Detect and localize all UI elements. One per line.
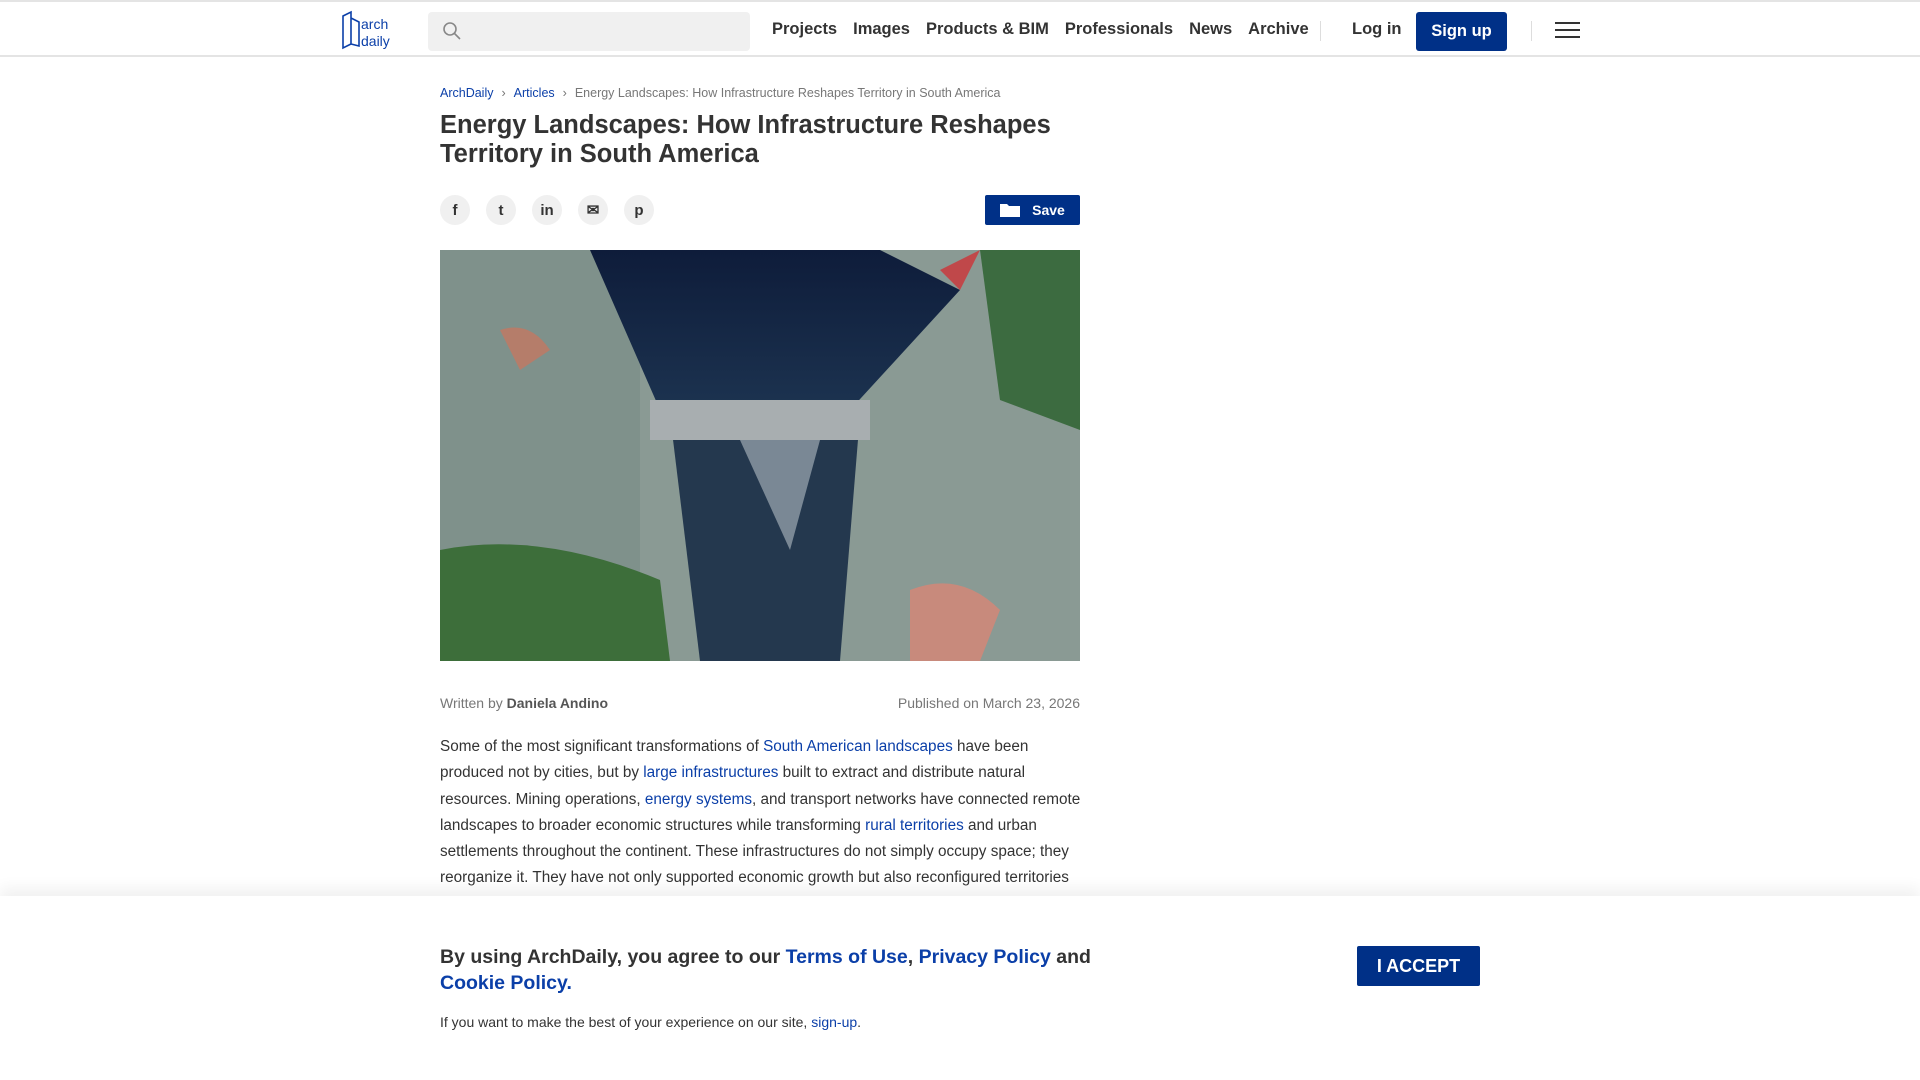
publish-date: Published on March 23, 2026	[897, 695, 1080, 711]
text: If you want to make the best of your exp…	[440, 1014, 812, 1030]
link-south-american-landscapes[interactable]: South American landscapes	[763, 738, 953, 755]
search-input[interactable]	[428, 12, 750, 51]
svg-text:arch: arch	[361, 16, 388, 32]
text: ,	[907, 946, 919, 968]
top-header: arch daily Projects Images Products & BIM…	[0, 0, 1920, 57]
twitter-icon[interactable]: t	[486, 195, 516, 225]
breadcrumb-articles[interactable]: Articles	[514, 86, 555, 100]
search-icon	[443, 22, 461, 40]
link-large-infrastructures[interactable]: large infrastructures	[643, 764, 778, 781]
nav-projects[interactable]: Projects	[772, 20, 837, 39]
link-rural-territories[interactable]: rural territories	[865, 817, 964, 834]
cookie-subtext: If you want to make the best of your exp…	[440, 1014, 861, 1030]
svg-text:daily: daily	[361, 33, 390, 49]
nav-news[interactable]: News	[1189, 20, 1232, 39]
cookie-message: By using ArchDaily, you agree to our Ter…	[440, 944, 1140, 996]
nav-professionals[interactable]: Professionals	[1065, 20, 1173, 39]
save-button[interactable]: Save	[985, 195, 1080, 225]
cookie-policy-link[interactable]: Cookie Policy	[440, 972, 566, 994]
breadcrumb-archdaily[interactable]: ArchDaily	[440, 86, 494, 100]
signup-button[interactable]: Sign up	[1416, 12, 1507, 51]
written-by-label: Written by	[440, 695, 503, 711]
satellite-dam-image	[440, 250, 1080, 661]
archdaily-logo[interactable]: archdaily	[339, 10, 405, 52]
share-bar: f t in ✉ p	[440, 195, 654, 225]
nav-archive[interactable]: Archive	[1248, 20, 1309, 39]
cookie-banner: By using ArchDaily, you agree to our Ter…	[0, 896, 1920, 1080]
login-link[interactable]: Log in	[1352, 20, 1401, 39]
chevron-right-icon: ›	[501, 86, 506, 100]
author-name[interactable]: Daniela Andino	[507, 695, 608, 711]
hero-image[interactable]	[440, 250, 1080, 661]
email-icon[interactable]: ✉	[578, 195, 608, 225]
accept-button[interactable]: I ACCEPT	[1357, 946, 1480, 986]
text: and	[1050, 946, 1091, 968]
breadcrumb: ArchDaily › Articles › Energy Landscapes…	[440, 86, 1001, 100]
text: By using ArchDaily, you agree to our	[440, 946, 786, 968]
chevron-right-icon: ›	[562, 86, 567, 100]
divider	[1320, 21, 1321, 41]
menu-icon[interactable]	[1555, 22, 1580, 40]
signup-link[interactable]: sign-up	[811, 1014, 857, 1030]
pinterest-icon[interactable]: p	[624, 195, 654, 225]
text: .	[566, 972, 572, 994]
author-line: Written by Daniela Andino	[440, 695, 608, 711]
privacy-link[interactable]: Privacy Policy	[919, 946, 1051, 968]
linkedin-icon[interactable]: in	[532, 195, 562, 225]
divider	[1531, 21, 1532, 41]
page-title: Energy Landscapes: How Infrastructure Re…	[440, 111, 1051, 168]
facebook-icon[interactable]: f	[440, 195, 470, 225]
nav-products-bim[interactable]: Products & BIM	[926, 20, 1049, 39]
link-energy-systems[interactable]: energy systems	[645, 791, 752, 808]
article-body: Some of the most significant transformat…	[440, 734, 1084, 918]
main-nav: Projects Images Products & BIM Professio…	[772, 20, 1309, 39]
text: .	[857, 1014, 862, 1030]
nav-images[interactable]: Images	[853, 20, 910, 39]
text: Some of the most significant transformat…	[440, 738, 764, 755]
terms-link[interactable]: Terms of Use	[786, 946, 908, 968]
breadcrumb-current: Energy Landscapes: How Infrastructure Re…	[574, 86, 1001, 100]
save-label: Save	[1032, 202, 1065, 218]
byline: Written by Daniela Andino Published on M…	[440, 695, 1080, 711]
folder-icon	[1000, 204, 1021, 217]
